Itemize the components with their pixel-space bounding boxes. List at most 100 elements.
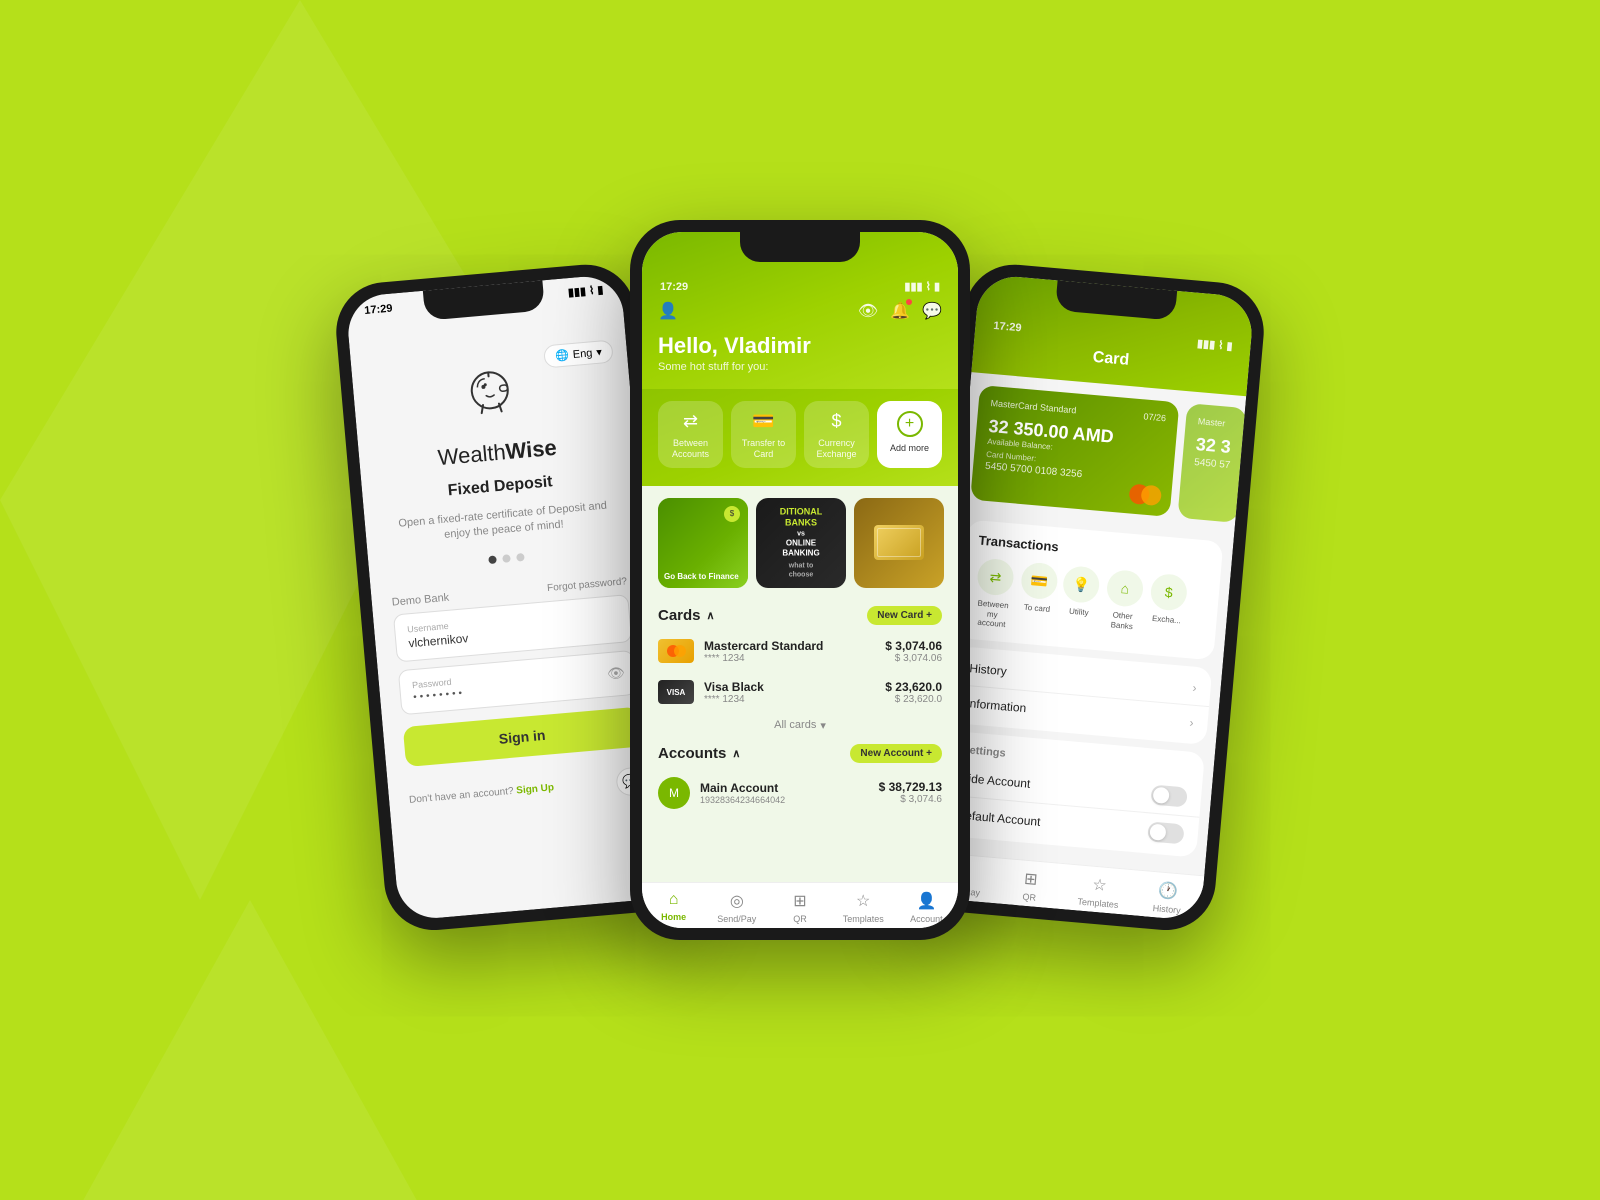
signal-icon-card: ▮▮▮ (1196, 337, 1215, 352)
account-name: Main Account (700, 781, 869, 795)
status-icons-login: ▮▮▮ ⌇ ▮ (567, 283, 604, 299)
trans-btn-between[interactable]: ⇄ Between my account (971, 557, 1017, 630)
nav-send-pay[interactable]: ◎ Send/Pay (705, 891, 768, 924)
visa-name: Visa Black (704, 680, 875, 694)
trans-btn-tocard[interactable]: 💳 To card (1017, 561, 1059, 634)
new-account-button[interactable]: New Account + (850, 744, 942, 763)
sign-in-button[interactable]: Sign in (403, 706, 642, 766)
sendpay-nav-label: Send/Pay (717, 914, 756, 924)
nav-qr-card[interactable]: ⊞ QR (994, 866, 1066, 905)
nav-home[interactable]: ⌂ Home (642, 891, 705, 924)
eye-icon[interactable]: 👁 (606, 664, 625, 682)
qr-nav-label: QR (793, 914, 807, 924)
account-number: 19328364234664042 (700, 795, 869, 805)
nav-templates[interactable]: ☆ Templates (832, 891, 895, 924)
main-account-item[interactable]: M Main Account 19328364234664042 $ 38,72… (642, 769, 958, 817)
accounts-title: Accounts ∧ (658, 745, 740, 762)
card-screen: 17:29 ▮▮▮ ⌇ ▮ Card MasterCard Standard 0… (925, 274, 1255, 922)
visa-num: **** 1234 (704, 694, 875, 705)
card-item-mastercard[interactable]: Mastercard Standard **** 1234 $ 3,074.06… (642, 631, 958, 672)
globe-icon: 🌐 (555, 348, 570, 362)
chat-icon[interactable]: 💬 (922, 301, 942, 321)
login-screen: 17:29 ▮▮▮ ⌇ ▮ 🌐 Eng ▾ (345, 274, 675, 922)
news-card-1-icon: $ (724, 506, 740, 522)
currency-exchange-btn[interactable]: $ CurrencyExchange (804, 401, 869, 468)
signup-row: Don't have an account? Sign Up 💬 (408, 766, 646, 814)
sendpay-nav-icon: ◎ (730, 891, 744, 911)
trans-otherbanks-label: Other Banks (1101, 610, 1143, 633)
accounts-chevron-icon: ∧ (732, 747, 740, 760)
phones-container: 17:29 ▮▮▮ ⌇ ▮ 🌐 Eng ▾ (330, 240, 1270, 960)
all-cards-link[interactable]: All cards ▾ (642, 713, 958, 738)
account-main-amount: $ 38,729.13 (879, 780, 942, 794)
mastercard-name: Mastercard Standard (704, 639, 875, 653)
cc-number-2: 5450 57 (1194, 457, 1231, 471)
profile-icon[interactable]: 👤 (658, 301, 678, 321)
credit-card-1[interactable]: MasterCard Standard 07/26 32 350.00 AMD … (970, 385, 1179, 517)
account-icon: M (658, 777, 690, 809)
transfer-icon: 💳 (752, 411, 774, 432)
header-icons-row: 👤 👁 🔔 💬 (658, 301, 942, 321)
trans-exchange-label: Excha... (1152, 614, 1182, 626)
account-nav-icon: 👤 (916, 891, 936, 911)
eye-icon-home[interactable]: 👁 (858, 301, 878, 321)
information-label: Information (966, 696, 1027, 715)
time-login: 17:29 (364, 302, 393, 316)
trans-exchange-icon: $ (1149, 573, 1188, 612)
trans-btn-exchange[interactable]: $ Excha... (1146, 573, 1188, 646)
currency-label: CurrencyExchange (816, 438, 856, 460)
between-accounts-icon: ⇄ (683, 411, 698, 432)
account-nav-label: Account (910, 914, 943, 924)
nav-history-card[interactable]: 🕐 History (1132, 878, 1204, 917)
accounts-section: Accounts ∧ New Account + M Main Account … (642, 738, 958, 825)
visa-amount: $ 23,620.0 $ 23,620.0 (885, 680, 942, 705)
accounts-section-header: Accounts ∧ New Account + (642, 738, 958, 769)
mastercard-info: Mastercard Standard **** 1234 (704, 639, 875, 664)
nav-qr[interactable]: ⊞ QR (768, 891, 831, 924)
trans-btn-otherbanks[interactable]: ⌂ Other Banks (1101, 569, 1147, 642)
password-field[interactable]: Password •••••••• (398, 650, 637, 715)
signal-icon: ▮▮▮ (567, 285, 586, 300)
menu-section: History › Information › (951, 646, 1213, 745)
add-more-btn[interactable]: + Add more (877, 401, 942, 468)
trans-otherbanks-icon: ⌂ (1106, 569, 1145, 608)
nav-templates-card[interactable]: ☆ Templates (1063, 872, 1135, 911)
login-form: Demo Bank Forgot password? Username vlch… (391, 576, 641, 767)
sign-up-link[interactable]: Sign Up (516, 783, 555, 797)
history-chevron: › (1192, 680, 1197, 694)
news-card-3[interactable] (854, 498, 944, 588)
templates-nav-label: Templates (843, 914, 884, 924)
trans-btn-utility[interactable]: 💡 Utility (1059, 565, 1101, 638)
lang-value: Eng (572, 347, 593, 361)
cc-expiry: 07/26 (1143, 411, 1166, 423)
mastercard-num: **** 1234 (704, 653, 875, 664)
mastercard-icon (658, 639, 694, 663)
status-icons-home: ▮▮▮ ⌇ ▮ (904, 280, 940, 293)
bell-icon[interactable]: 🔔 (890, 301, 910, 321)
forgot-password-link[interactable]: Forgot password? (547, 576, 628, 594)
hide-account-label: Hide Account (959, 771, 1031, 791)
add-circle: + (897, 411, 923, 437)
phone-home: 17:29 ▮▮▮ ⌇ ▮ 👤 👁 🔔 (630, 220, 970, 940)
news-card-1[interactable]: $ Go Back to Finance (658, 498, 748, 588)
mastercard-main-amount: $ 3,074.06 (885, 639, 942, 653)
default-account-switch[interactable] (1147, 821, 1185, 844)
transfer-to-card-btn[interactable]: 💳 Transfer toCard (731, 401, 796, 468)
trans-tocard-icon: 💳 (1020, 561, 1059, 600)
trans-utility-label: Utility (1069, 607, 1089, 618)
credit-card-2-partial[interactable]: Master 32 3 5450 57 (1177, 403, 1246, 523)
home-nav-label: Home (661, 912, 686, 922)
nav-account[interactable]: 👤 Account (895, 891, 958, 924)
cards-section-header: Cards ∧ New Card + (642, 600, 958, 631)
between-accounts-btn[interactable]: ⇄ BetweenAccounts (658, 401, 723, 468)
hide-account-switch[interactable] (1150, 784, 1188, 807)
credit-cards-carousel: MasterCard Standard 07/26 32 350.00 AMD … (959, 372, 1246, 535)
news-card-2[interactable]: DITIONALBANKS vs ONLINEBANKING what to c… (756, 498, 846, 588)
new-card-button[interactable]: New Card + (867, 606, 942, 625)
news-card-2-text: DITIONALBANKS vs ONLINEBANKING what to c… (779, 506, 824, 579)
home-nav-icon: ⌂ (669, 891, 679, 909)
card-item-visa[interactable]: VISA Visa Black **** 1234 $ 23,620.0 $ 2… (642, 672, 958, 713)
piggy-icon (459, 356, 524, 421)
information-chevron: › (1189, 715, 1194, 729)
mc-logo (1128, 483, 1162, 506)
